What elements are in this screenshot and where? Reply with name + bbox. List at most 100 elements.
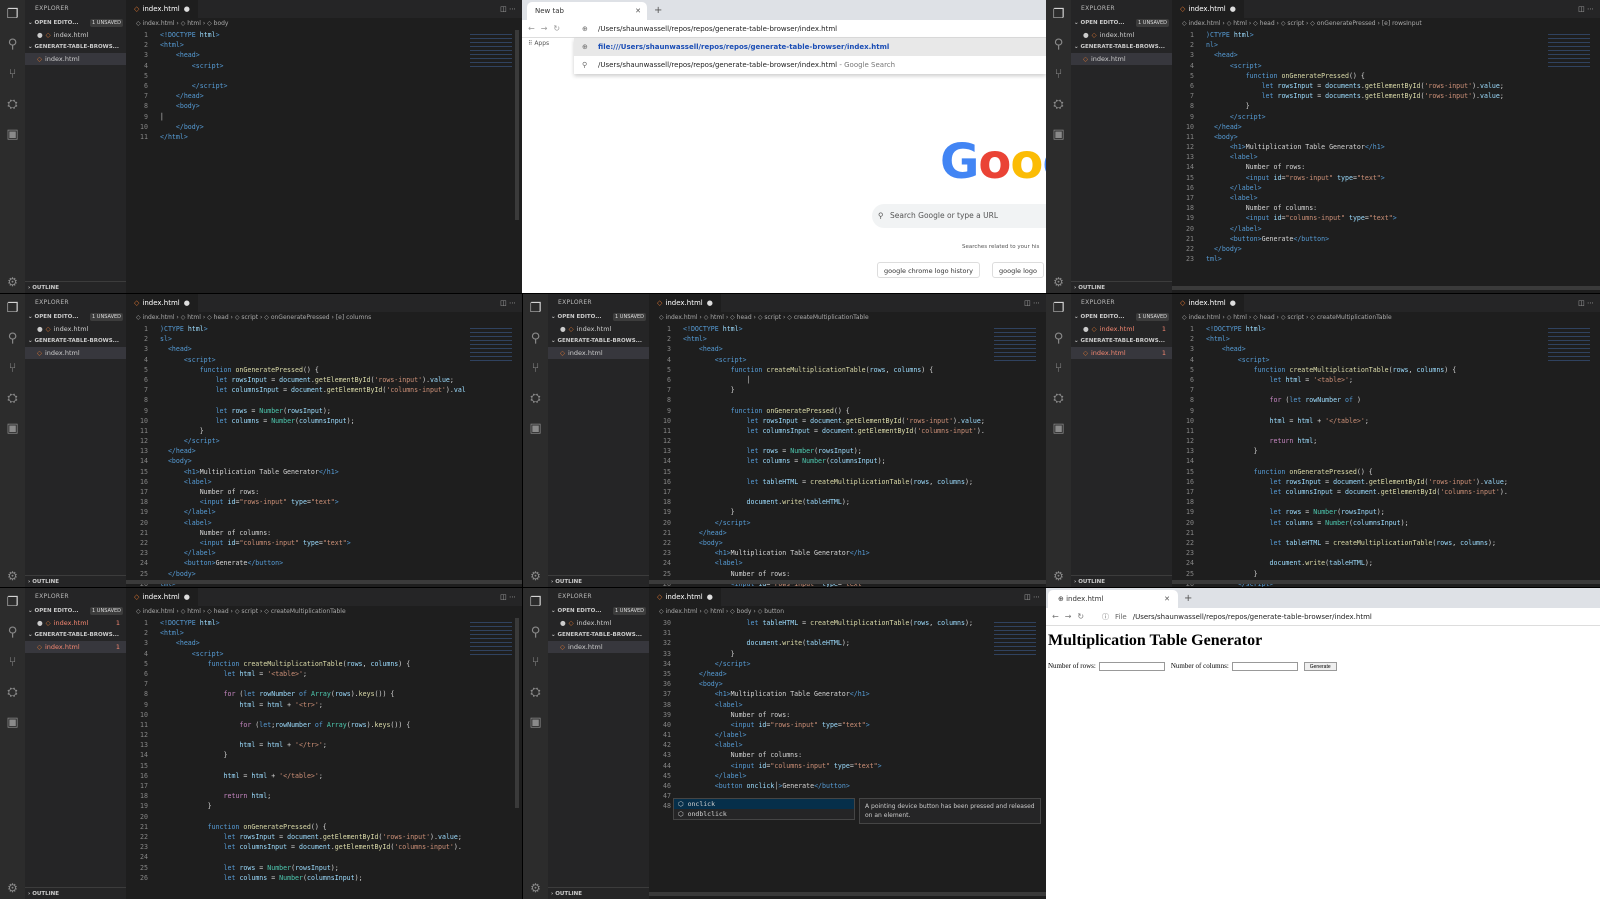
code-line[interactable]: 7 </head> [126,91,522,101]
editor-tab[interactable]: ◇ index.html ● [126,0,198,18]
source-control-icon[interactable]: ⑂ [0,60,25,90]
code-line[interactable]: 13 html = html + '</tr>'; [126,740,522,750]
split-editor-icon[interactable]: ◫ ⋯ [500,588,516,606]
editor-tab[interactable]: ◇ index.html ● [126,588,198,606]
code-line[interactable]: 45 </label> [649,771,1046,781]
minimap[interactable] [1548,32,1590,68]
search-icon[interactable]: ⚲ [523,618,548,648]
split-editor-icon[interactable]: ◫ ⋯ [1578,0,1594,18]
open-editors-section[interactable]: ⌄ OPEN EDITO... 1 UNSAVED [1071,17,1172,29]
code-line[interactable]: 13 <label> [1172,152,1600,162]
omnibox[interactable]: ⊕ /Users/shaunwassell/repos/repos/generat… [574,21,1042,37]
code-line[interactable]: 44 <input id="columns-input" type="text"… [649,761,1046,771]
file-tree-item[interactable]: ◇ index.html [25,53,126,65]
code-line[interactable]: 4 <script> [126,649,522,659]
code-line[interactable]: 38 <label> [649,700,1046,710]
breadcrumb[interactable]: ◇ index.html › ◇ html › ◇ body [126,18,522,30]
outline-section[interactable]: › OUTLINE [25,575,126,587]
gear-icon[interactable]: ⚙ [0,569,25,583]
code-line[interactable]: 14 let columns = Number(columnsInput); [649,456,1046,466]
file-tree-item[interactable]: ◇ index.html 1 [25,641,126,653]
code-line[interactable]: 1)CTYPE html> [1172,30,1600,40]
open-editor-item[interactable]: ● ◇ index.html [1071,29,1172,41]
generate-button[interactable]: Generate [1303,662,1337,671]
code-line[interactable]: 5 function createMultiplicationTable(row… [126,659,522,669]
code-line[interactable]: 20 [126,812,522,822]
search-icon[interactable]: ⚲ [0,618,25,648]
split-editor-icon[interactable]: ◫ ⋯ [1024,588,1040,606]
code-line[interactable]: 23 tml> [1172,254,1600,264]
file-tree-item[interactable]: ◇ index.html [548,347,649,359]
code-line[interactable]: 20 <label> [126,518,522,528]
code-line[interactable]: 1)CTYPE html> [126,324,522,334]
editor-tab[interactable]: ◇ index.html ● [1172,0,1244,18]
gear-icon[interactable]: ⚙ [523,569,548,583]
code-line[interactable]: 23 [1172,548,1600,558]
code-line[interactable]: 1 <!DOCTYPE html> [1172,324,1600,334]
close-tab-icon[interactable]: ✕ [1164,590,1170,608]
code-line[interactable]: 4 <script> [126,355,522,365]
workspace-section[interactable]: ⌄ GENERATE-TABLE-BROWS... [1071,335,1172,347]
breadcrumb[interactable]: ◇ index.html › ◇ html › ◇ head › ◇ scrip… [126,312,522,324]
code-line[interactable]: 24 [126,852,522,862]
open-editors-section[interactable]: ⌄ OPEN EDITO... 1 UNSAVED [548,605,649,617]
open-editors-section[interactable]: ⌄ OPEN EDITO... 1 UNSAVED [25,605,126,617]
horizontal-scrollbar[interactable] [649,892,1046,896]
editor-tab[interactable]: ◇ index.html ● [126,294,198,312]
minimap[interactable] [470,32,512,68]
outline-section[interactable]: › OUTLINE [25,887,126,899]
suggestion-google-search[interactable]: ⚲ /Users/shaunwassell/repos/repos/generat… [574,56,1046,74]
code-line[interactable]: 18 Number of columns: [1172,203,1600,213]
code-line[interactable]: 3 <head> [1172,344,1600,354]
code-line[interactable]: 10 [126,710,522,720]
code-line[interactable]: 11 </html> [126,132,522,142]
code-line[interactable]: 2 <html> [126,40,522,50]
search-icon[interactable]: ⚲ [1046,30,1071,60]
code-line[interactable]: 8 } [1172,101,1600,111]
code-line[interactable]: 22 let tableHTML = createMultiplicationT… [1172,538,1600,548]
code-line[interactable]: 10 let rowsInput = document.getElementBy… [649,416,1046,426]
code-line[interactable]: 12 <h1>Multiplication Table Generator</h… [1172,142,1600,152]
gear-icon[interactable]: ⚙ [0,881,25,895]
open-editor-item[interactable]: ● ◇ index.html [25,323,126,335]
code-line[interactable]: 14 <body> [126,456,522,466]
horizontal-scrollbar[interactable] [126,580,522,584]
code-line[interactable]: 17 [649,487,1046,497]
code-line[interactable]: 2 sl> [126,334,522,344]
outline-section[interactable]: › OUTLINE [1071,575,1172,587]
code-line[interactable]: 13 </head> [126,446,522,456]
debug-icon[interactable]: ⛭ [0,384,25,414]
code-line[interactable]: 9 </script> [1172,112,1600,122]
code-line[interactable]: 8 for (let rowNumber of ) [1172,395,1600,405]
code-line[interactable]: 15 [649,467,1046,477]
code-line[interactable]: 9 function onGeneratePressed() { [649,406,1046,416]
code-line[interactable]: 16 <label> [126,477,522,487]
search-icon[interactable]: ⚲ [0,324,25,354]
code-line[interactable]: 10 </body> [126,122,522,132]
code-line[interactable]: 6 let html = '<table>'; [126,669,522,679]
code-line[interactable]: 46 <button onclick│>Generate</button> [649,781,1046,791]
code-line[interactable]: 5 function onGeneratePressed() { [1172,71,1600,81]
code-line[interactable]: 19 } [126,801,522,811]
code-line[interactable]: 15 <input id="rows-input" type="text"> [1172,173,1600,183]
nav-buttons-icon[interactable]: ←→↻ [1052,608,1090,626]
code-line[interactable]: 20 </script> [649,518,1046,528]
debug-icon[interactable]: ⛭ [523,384,548,414]
code-line[interactable]: 3 <head> [649,344,1046,354]
split-editor-icon[interactable]: ◫ ⋯ [1578,294,1594,312]
code-line[interactable]: 35 </head> [649,669,1046,679]
code-line[interactable]: 5 function createMultiplicationTable(row… [649,365,1046,375]
source-control-icon[interactable]: ⑂ [0,354,25,384]
code-line[interactable]: 14 } [126,750,522,760]
extensions-icon[interactable]: ▣ [523,414,548,444]
code-line[interactable]: 33 } [649,649,1046,659]
code-line[interactable]: 25 Number of rows: [649,569,1046,579]
code-line[interactable]: 22 </body> [1172,244,1600,254]
code-line[interactable]: 8 [649,395,1046,405]
code-line[interactable]: 16 let tableHTML = createMultiplicationT… [649,477,1046,487]
code-line[interactable]: 2 <html> [1172,334,1600,344]
source-control-icon[interactable]: ⑂ [523,648,548,678]
nav-buttons-icon[interactable]: ←→↻ [528,20,566,38]
code-line[interactable]: 3 <head> [126,344,522,354]
file-tree-item[interactable]: ◇ index.html 1 [1071,347,1172,359]
